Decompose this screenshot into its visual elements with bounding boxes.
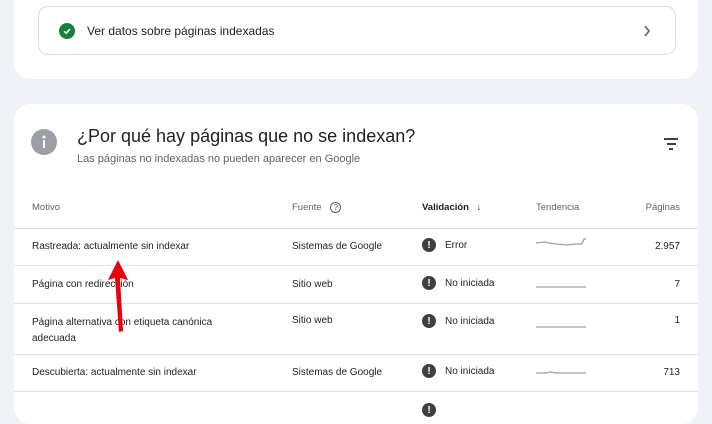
arrow-down-icon: ↓	[476, 202, 482, 213]
exclamation-icon: !	[422, 238, 436, 252]
table-header: Motivo Fuente ? Validación ↓ Tendencia P…	[14, 194, 698, 228]
row-reason: Rastreada: actualmente sin indexar	[32, 241, 190, 252]
trend-sparkline	[536, 238, 586, 246]
row-validation: ! No iniciada	[422, 276, 494, 290]
help-icon[interactable]: ?	[330, 202, 342, 213]
exclamation-icon: !	[422, 364, 436, 378]
row-pages: 1	[674, 315, 680, 326]
row-reason: Descubierta: actualmente sin indexar	[32, 367, 197, 378]
table-row[interactable]: !	[14, 391, 698, 424]
header-validation[interactable]: Validación ↓	[422, 202, 481, 213]
trend-sparkline	[536, 326, 586, 328]
header-source: Fuente ?	[292, 202, 342, 213]
section-title: ¿Por qué hay páginas que no se indexan?	[77, 126, 416, 146]
exclamation-icon: !	[422, 314, 436, 328]
trend-sparkline	[536, 286, 586, 288]
exclamation-icon: !	[422, 276, 436, 290]
info-icon	[31, 129, 57, 155]
row-validation: ! No iniciada	[422, 314, 494, 328]
indexed-pages-card: Ver datos sobre páginas indexadas	[14, 0, 698, 79]
filter-icon[interactable]	[664, 138, 678, 150]
row-source: Sitio web	[292, 315, 333, 326]
row-validation: ! Error	[422, 238, 467, 252]
section-subtitle: Las páginas no indexadas no pueden apare…	[77, 153, 361, 165]
table-row[interactable]: Descubierta: actualmente sin indexar Sis…	[14, 354, 698, 391]
row-source: Sistemas de Google	[292, 241, 383, 252]
annotation-arrow	[108, 260, 128, 332]
row-source: Sitio web	[292, 279, 333, 290]
chevron-right-icon	[643, 24, 651, 40]
check-circle-icon	[59, 22, 75, 39]
exclamation-icon: !	[422, 403, 436, 417]
row-validation: !	[422, 403, 436, 417]
row-pages: 2.957	[654, 241, 680, 252]
header-pages[interactable]: Páginas	[646, 202, 680, 213]
row-reason: Página alternativa con etiqueta canónica…	[32, 317, 213, 344]
row-source: Sistemas de Google	[292, 367, 383, 378]
row-pages: 7	[674, 279, 680, 290]
view-indexed-pages-label: Ver datos sobre páginas indexadas	[87, 23, 275, 38]
view-indexed-pages-link[interactable]: Ver datos sobre páginas indexadas	[38, 6, 676, 55]
trend-sparkline	[536, 371, 586, 374]
header-trend: Tendencia	[536, 202, 580, 213]
header-reason[interactable]: Motivo	[32, 202, 60, 213]
row-pages: 713	[663, 367, 680, 378]
row-validation: ! No iniciada	[422, 364, 494, 378]
